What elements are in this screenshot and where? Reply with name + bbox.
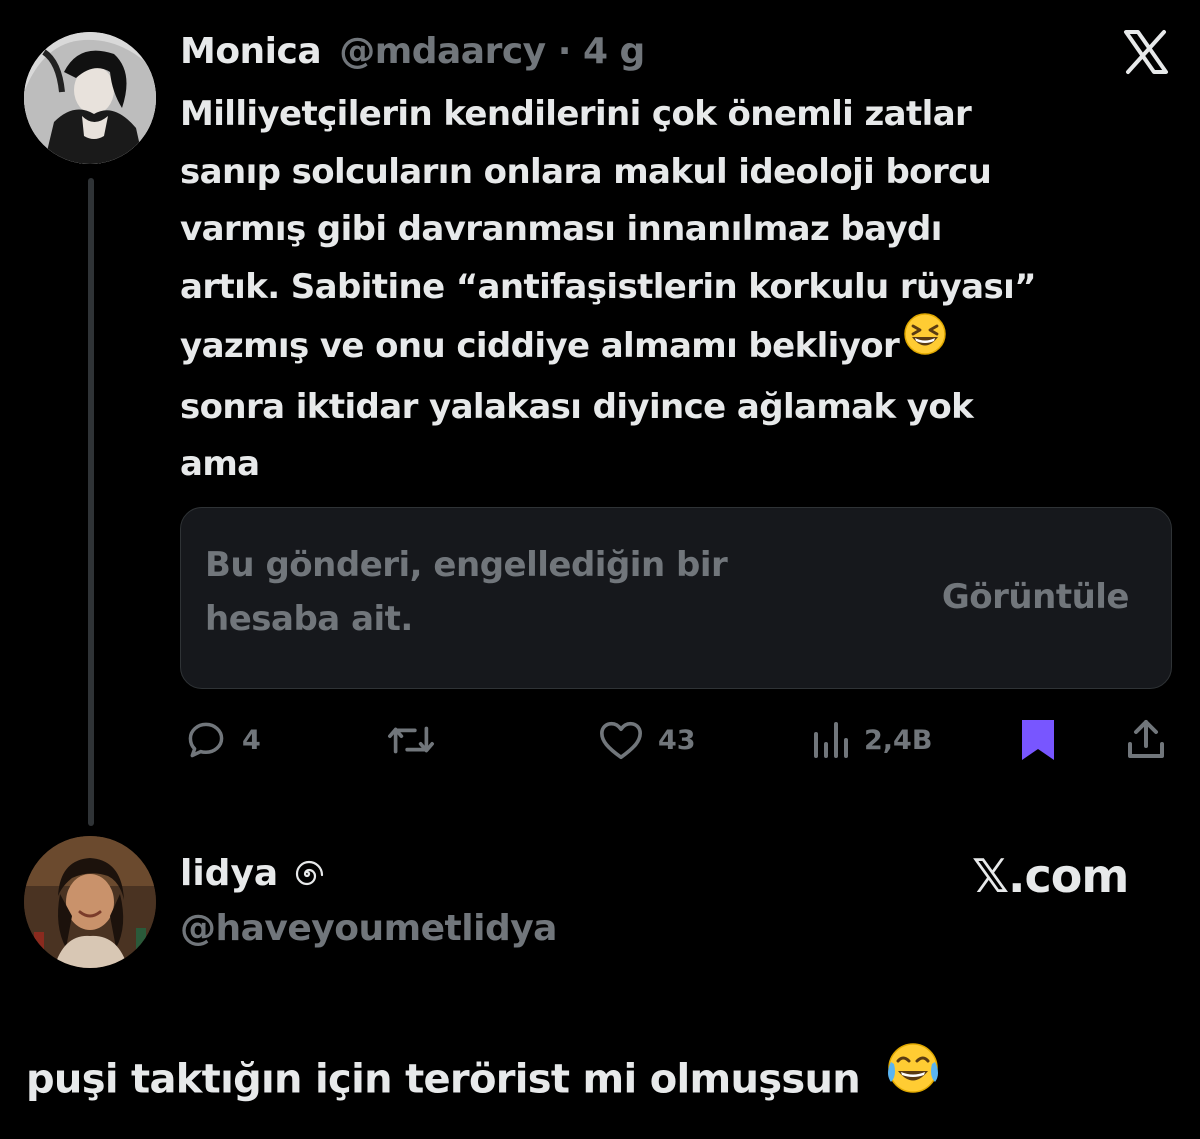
reply-icon (188, 722, 224, 758)
repost-icon (388, 726, 434, 754)
reply-button[interactable]: 4 (184, 716, 261, 764)
thread-connector-line (88, 178, 94, 826)
blocked-quote-card: Bu gönderi, engellediğin bir hesaba ait.… (180, 507, 1172, 689)
blocked-quote-message: Bu gönderi, engellediğin bir hesaba ait. (205, 538, 845, 646)
blocked-quote-line: hesaba ait. (205, 599, 413, 639)
spiral-icon (288, 855, 326, 893)
tweet-text-line: ama (180, 444, 260, 484)
bookmark-button[interactable] (1018, 716, 1058, 764)
avatar-photo (24, 32, 156, 164)
x-logo-icon[interactable] (1120, 26, 1172, 78)
views-count: 2,4B (864, 724, 933, 756)
like-count: 43 (658, 724, 696, 756)
reply-count: 4 (242, 724, 261, 756)
share-button[interactable] (1124, 716, 1168, 764)
avatar-photo (24, 836, 156, 968)
monica-avatar[interactable] (24, 32, 156, 164)
tweet-text-line-with-emoji: yazmış ve onu ciddiye almamı bekliyor (180, 313, 1180, 379)
author-name[interactable]: Monica (180, 31, 322, 72)
tweet-text-line: Milliyetçilerin kendilerini çok önemli z… (180, 94, 972, 134)
reply-body: puşi taktığın için terörist mi olmuşsun (26, 1043, 941, 1119)
reply-author-header: lidya (180, 848, 326, 900)
tweet-text-line: sonra iktidar yalakası diyince ağlamak y… (180, 386, 974, 427)
tweet-header: Monica @mdaarcy · 4 g (180, 28, 645, 76)
share-icon (1128, 720, 1164, 758)
view-button[interactable]: Görüntüle (942, 570, 1130, 624)
views-button[interactable]: 2,4B (810, 716, 932, 764)
lidya-avatar[interactable] (24, 836, 156, 968)
reply-author-name[interactable]: lidya (180, 848, 278, 900)
tweet-text-line: sanıp solcuların onlara makul ideoloji b… (180, 151, 992, 192)
bookmark-icon (1022, 720, 1054, 760)
author-handle[interactable]: @mdaarcy (339, 31, 546, 72)
face-with-tears-of-joy-icon (885, 1040, 941, 1115)
tweet-time[interactable]: 4 g (583, 31, 645, 72)
like-button[interactable]: 43 (598, 716, 696, 764)
reply-text: puşi taktığın için terörist mi olmuşsun (26, 1056, 861, 1103)
blocked-quote-line: Bu gönderi, engellediğin bir (205, 545, 728, 585)
reply-author-handle[interactable]: @haveyoumetlidya (180, 903, 557, 955)
repost-button[interactable] (386, 716, 436, 764)
heart-icon (600, 721, 642, 760)
tweet-text-line: artık. Sabitine “antifaşistlerin korkulu… (180, 266, 1037, 307)
tweet-body: Milliyetçilerin kendilerini çok önemli z… (180, 86, 1180, 494)
x-com-watermark: 𝕏.com (972, 849, 1129, 903)
header-separator: · (557, 31, 572, 72)
views-chart-icon (814, 722, 848, 758)
tweet-text-line: yazmış ve onu ciddiye almamı bekliyor (180, 325, 900, 366)
tweet-text-line: varmış gibi davranması innanılmaz baydı (180, 209, 942, 249)
grinning-squinting-face-icon (903, 312, 947, 375)
